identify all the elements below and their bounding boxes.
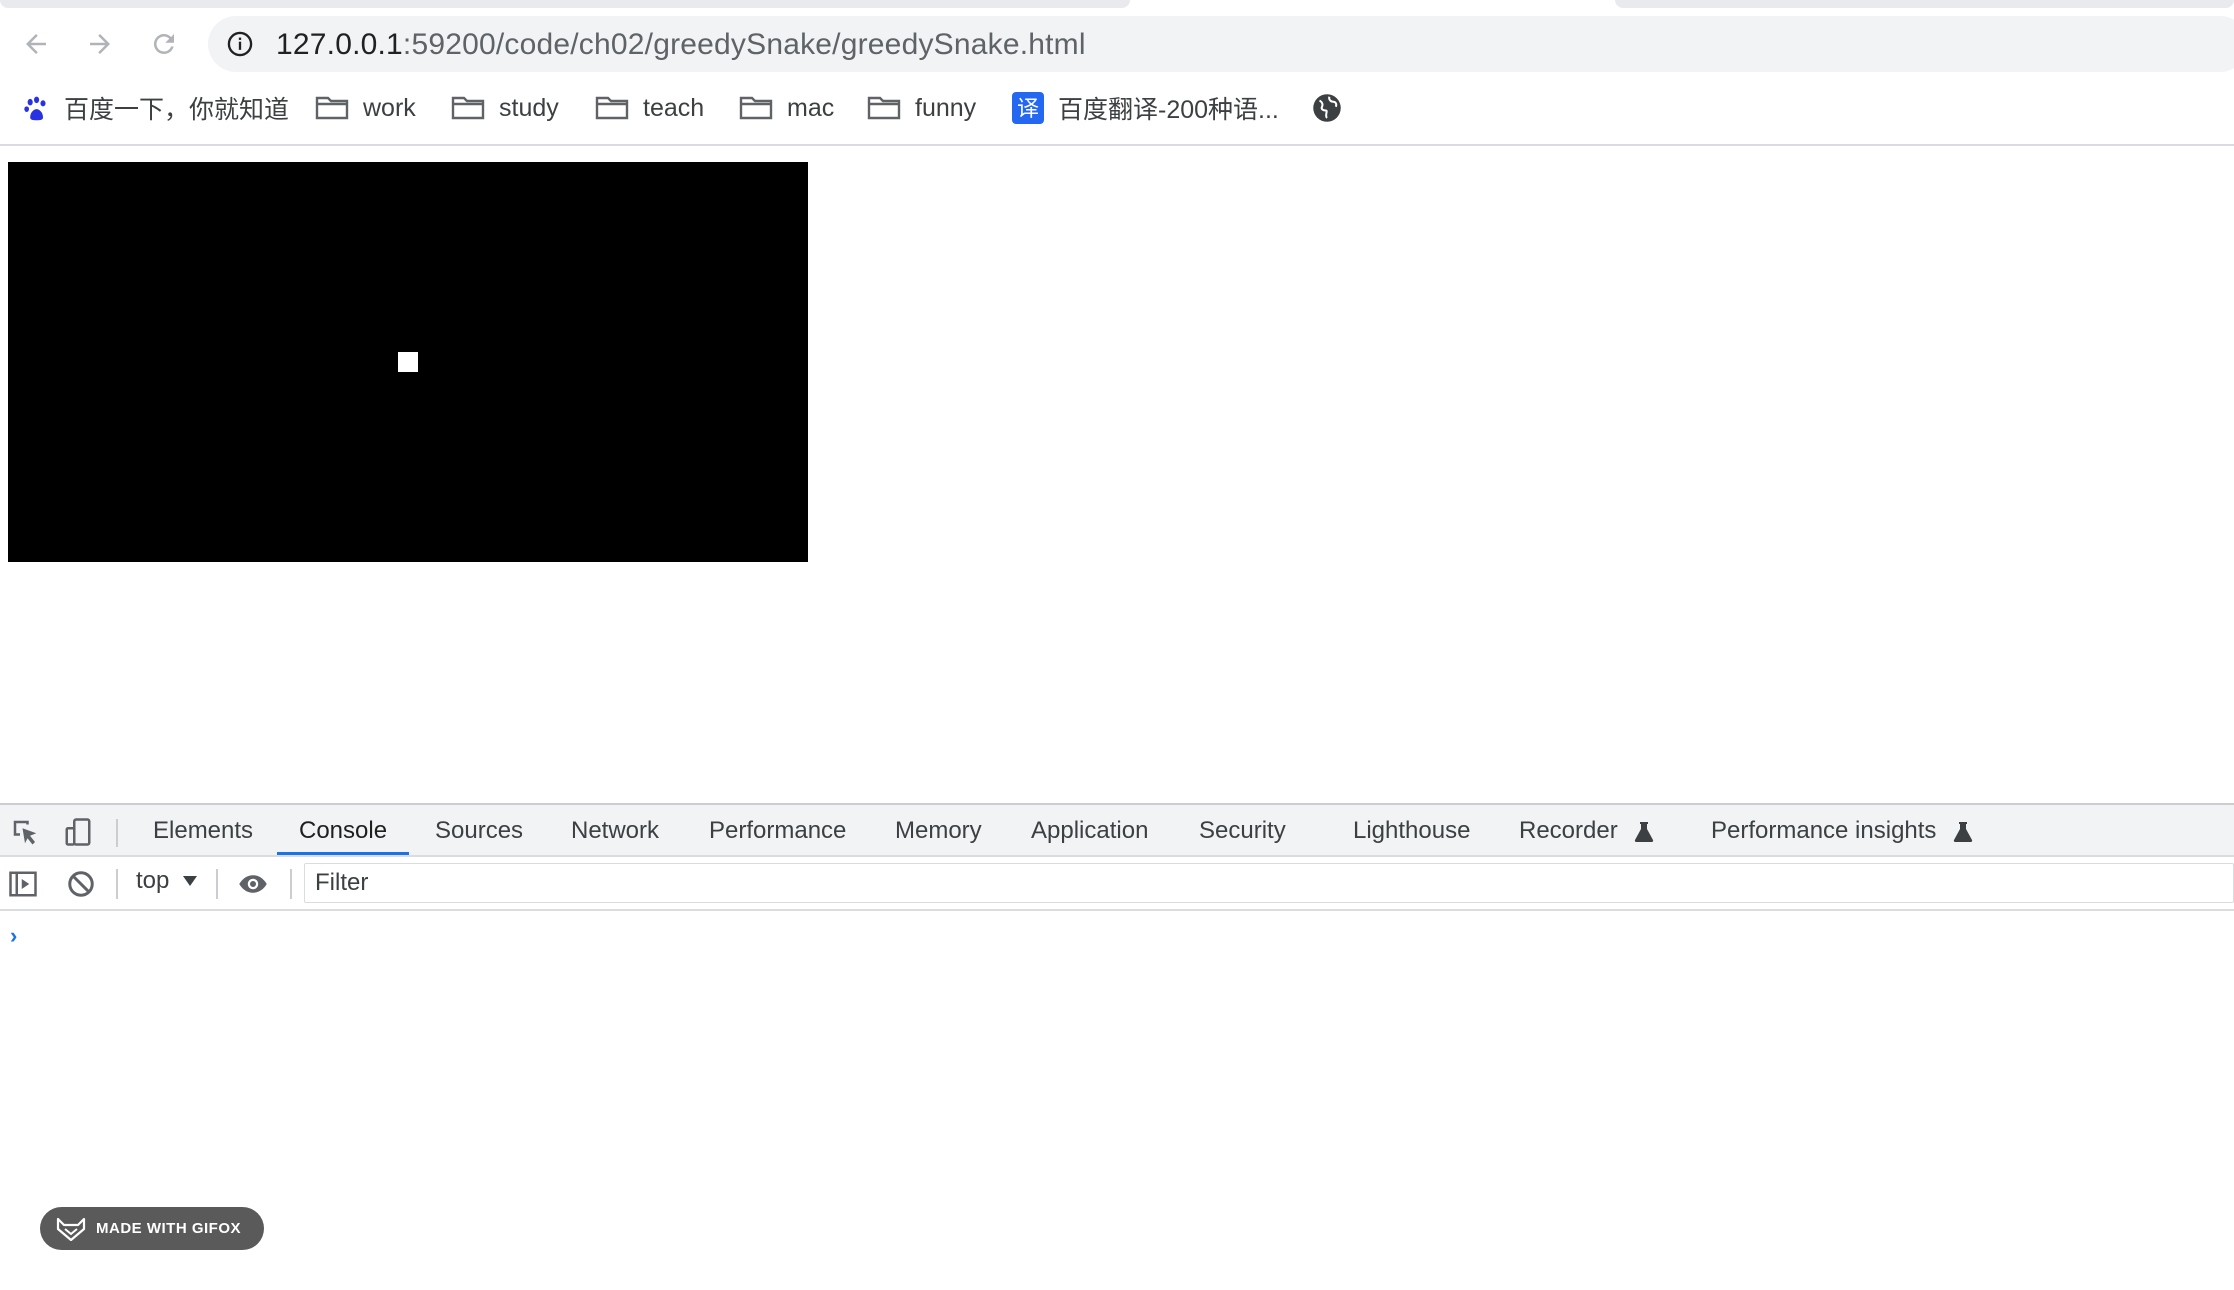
console-filter-input[interactable] <box>304 863 2234 903</box>
toolbar-divider <box>0 144 2234 146</box>
tab-performance-insights[interactable]: Performance insights <box>1711 805 1973 855</box>
console-toolbar: top <box>0 857 2234 911</box>
console-separator <box>290 869 292 899</box>
back-button[interactable] <box>18 26 54 62</box>
folder-icon <box>315 95 349 121</box>
forward-button[interactable] <box>82 26 118 62</box>
info-icon[interactable] <box>226 30 254 58</box>
globe-icon <box>1312 93 1342 123</box>
bookmark-label: 百度翻译-200种语... <box>1058 96 1279 124</box>
folder-icon <box>867 95 901 121</box>
devtools-tab-bar: Elements Console Sources Network Perform… <box>0 803 2234 857</box>
bookmark-folder-teach[interactable]: teach <box>595 88 704 128</box>
dropdown-arrow-icon <box>183 876 198 886</box>
bookmark-label: mac <box>787 93 835 122</box>
bookmark-folder-funny[interactable]: funny <box>867 88 976 128</box>
bookmark-baidu[interactable]: 百度一下，你就知道 <box>22 88 289 128</box>
bookmark-globe[interactable] <box>1312 88 1356 128</box>
tab-network[interactable]: Network <box>571 805 659 855</box>
address-bar[interactable]: 127.0.0.1:59200/code/ch02/greedySnake/gr… <box>208 16 2234 72</box>
game-canvas[interactable] <box>8 162 808 562</box>
bookmark-label: 百度一下，你就知道 <box>64 96 290 124</box>
tab-performance-insights-label: Performance insights <box>1711 817 1937 844</box>
arrow-right-icon <box>90 34 110 54</box>
tab-recorder[interactable]: Recorder <box>1519 805 1654 855</box>
tab-memory[interactable]: Memory <box>895 805 982 855</box>
experiment-flask-icon <box>1953 821 1973 842</box>
bookmark-folder-study[interactable]: study <box>451 88 559 128</box>
url-path: :59200/code/ch02/greedySnake/greedySnake… <box>402 28 1086 61</box>
experiment-flask-icon <box>1635 821 1654 842</box>
tab-strip-edge <box>1615 0 2234 8</box>
bookmarks-bar: 百度一下，你就知道 work study teach mac funny 译 百… <box>0 88 2234 144</box>
context-label: top <box>136 867 170 894</box>
gifox-label: MADE WITH GIFOX <box>96 1220 241 1237</box>
gifox-watermark: MADE WITH GIFOX <box>40 1207 264 1250</box>
clear-console-icon[interactable] <box>66 869 96 899</box>
context-selector[interactable]: top <box>136 867 198 895</box>
bookmark-baidu-translate[interactable]: 译 百度翻译-200种语... <box>1012 88 1279 128</box>
reload-button[interactable] <box>146 26 182 62</box>
reload-icon <box>153 33 174 54</box>
inspect-element-icon[interactable] <box>10 817 40 847</box>
console-prompt[interactable]: › <box>10 923 17 949</box>
live-expression-eye-icon[interactable] <box>238 869 268 899</box>
gifox-fox-icon <box>56 1217 86 1241</box>
tab-security[interactable]: Security <box>1199 805 1286 855</box>
bookmark-label: study <box>499 93 559 122</box>
console-separator <box>216 869 218 899</box>
snake-food <box>398 352 418 372</box>
bookmark-label: teach <box>643 93 705 122</box>
devtools-separator <box>116 819 118 847</box>
url-text[interactable]: 127.0.0.1:59200/code/ch02/greedySnake/gr… <box>276 28 1086 62</box>
devtools-panel: Elements Console Sources Network Perform… <box>0 803 2234 1290</box>
folder-icon <box>595 95 629 121</box>
tab-application[interactable]: Application <box>1031 805 1148 855</box>
console-separator <box>116 869 118 899</box>
bookmark-folder-mac[interactable]: mac <box>739 88 834 128</box>
tab-recorder-label: Recorder <box>1519 817 1618 844</box>
browser-toolbar: 127.0.0.1:59200/code/ch02/greedySnake/gr… <box>0 0 2234 88</box>
bookmark-folder-work[interactable]: work <box>315 88 416 128</box>
baidu-paw-icon <box>22 94 50 122</box>
device-toolbar-icon[interactable] <box>63 817 93 847</box>
bookmark-label: funny <box>915 93 977 122</box>
bookmark-label: work <box>363 93 416 122</box>
tab-performance[interactable]: Performance <box>709 805 846 855</box>
tab-console[interactable]: Console <box>276 805 410 855</box>
tab-lighthouse[interactable]: Lighthouse <box>1353 805 1470 855</box>
tab-strip-edge <box>0 0 1130 8</box>
url-host: 127.0.0.1 <box>276 28 403 61</box>
arrow-left-icon <box>26 34 46 54</box>
tab-elements[interactable]: Elements <box>153 805 253 855</box>
translate-icon: 译 <box>1012 92 1044 124</box>
folder-icon <box>451 95 485 121</box>
tab-sources[interactable]: Sources <box>435 805 523 855</box>
svg-text:译: 译 <box>1017 97 1039 122</box>
folder-icon <box>739 95 773 121</box>
show-sidebar-icon[interactable] <box>8 869 38 899</box>
